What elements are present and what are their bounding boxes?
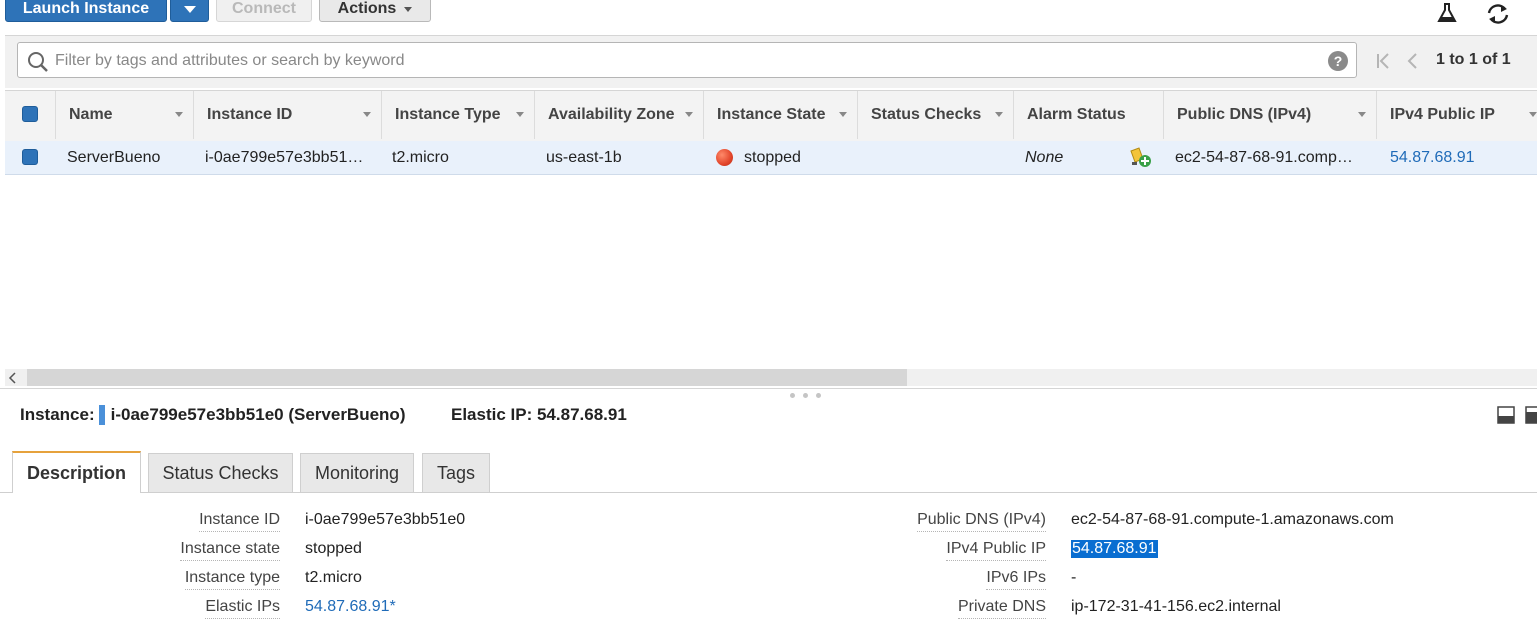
horizontal-scrollbar[interactable] xyxy=(5,369,1537,386)
elastic-ip-header: Elastic IP: 54.87.68.91 xyxy=(451,405,627,424)
field-label-elastic-ips: Elastic IPs xyxy=(205,598,280,619)
tab-monitoring[interactable]: Monitoring xyxy=(300,453,414,492)
status-checks xyxy=(870,141,1010,174)
launch-instance-label: Launch Instance xyxy=(22,0,150,17)
tab-label: Monitoring xyxy=(314,462,400,483)
field-value-ipv4-public-ip[interactable]: 54.87.68.91 xyxy=(1071,540,1158,558)
column-label: Availability Zone xyxy=(548,106,675,123)
column-label: Instance State xyxy=(717,106,826,123)
column-header-public-dns[interactable]: Public DNS (IPv4) xyxy=(1163,91,1376,139)
pane-resize-handle[interactable] xyxy=(0,388,1537,389)
tab-tags[interactable]: Tags xyxy=(422,453,490,492)
column-header-ipv4-public-ip[interactable]: IPv4 Public IP xyxy=(1376,91,1537,139)
instance-header-label: Instance: xyxy=(20,405,95,424)
field-value-ipv6-ips: - xyxy=(1071,569,1077,586)
column-label: Alarm Status xyxy=(1027,106,1126,123)
connect-label: Connect xyxy=(232,0,296,17)
refresh-icon[interactable] xyxy=(1485,2,1511,26)
public-dns: ec2-54-87-68-91.comp… xyxy=(1175,148,1353,166)
column-label: Status Checks xyxy=(871,106,982,123)
field-value-instance-state: stopped xyxy=(305,540,362,557)
scrollbar-thumb[interactable] xyxy=(27,369,907,386)
column-label: IPv4 Public IP xyxy=(1390,106,1495,123)
field-label-private-dns: Private DNS xyxy=(957,598,1046,619)
svg-text:?: ? xyxy=(1334,53,1343,69)
instance-name: ServerBueno xyxy=(67,148,161,166)
create-alarm-icon[interactable] xyxy=(1128,146,1152,168)
column-header-instance-state[interactable]: Instance State xyxy=(703,91,857,139)
alarm-status: None xyxy=(1025,148,1064,166)
field-value-private-dns: ip-172-31-41-156.ec2.internal xyxy=(1071,598,1281,615)
chevron-down-icon xyxy=(404,6,413,12)
field-value-public-dns: ec2-54-87-68-91.compute-1.amazonaws.com xyxy=(1071,511,1394,528)
column-header-availability-zone[interactable]: Availability Zone xyxy=(534,91,703,139)
sort-arrow-icon xyxy=(363,112,371,117)
column-header-instance-type[interactable]: Instance Type xyxy=(381,91,534,139)
field-value-instance-id: i-0ae799e57e3bb51e0 xyxy=(305,511,466,528)
row-checkbox[interactable] xyxy=(22,149,38,165)
tab-label: Description xyxy=(26,462,127,483)
instance-header-value: i-0ae799e57e3bb51e0 (ServerBueno) xyxy=(110,405,406,424)
pagination-label: 1 to 1 of 1 xyxy=(1436,51,1511,68)
column-label: Instance Type xyxy=(395,106,501,123)
instance-id: i-0ae799e57e3bb51… xyxy=(205,148,364,166)
ipv4-public-ip-link[interactable]: 54.87.68.91 xyxy=(1390,141,1530,174)
field-label-ipv4-public-ip: IPv4 Public IP xyxy=(946,540,1046,561)
column-header-alarm-status[interactable]: Alarm Status xyxy=(1013,91,1163,139)
connect-button[interactable]: Connect xyxy=(216,0,312,22)
sort-arrow-icon xyxy=(1358,112,1366,117)
instance-type: t2.micro xyxy=(392,148,449,166)
launch-instance-button[interactable]: Launch Instance xyxy=(5,0,167,22)
column-label: Name xyxy=(69,106,113,123)
sort-arrow-icon xyxy=(1529,112,1537,117)
column-header-name[interactable]: Name xyxy=(55,91,193,139)
launch-dropdown-button[interactable] xyxy=(170,0,209,22)
column-header-instance-id[interactable]: Instance ID xyxy=(193,91,381,139)
sort-arrow-icon xyxy=(839,112,847,117)
sort-arrow-icon xyxy=(516,112,524,117)
sort-arrow-icon xyxy=(995,112,1003,117)
tab-description[interactable]: Description xyxy=(12,451,141,493)
instance-color-marker xyxy=(98,405,105,425)
tabs-baseline xyxy=(0,492,1537,493)
field-label-public-dns: Public DNS (IPv4) xyxy=(917,511,1046,532)
instance-header: Instance: i-0ae799e57e3bb51e0 (ServerBue… xyxy=(20,405,405,425)
actions-button[interactable]: Actions xyxy=(319,0,431,22)
tab-label: Status Checks xyxy=(162,462,279,483)
availability-zone: us-east-1b xyxy=(546,148,622,166)
previous-page-icon[interactable] xyxy=(1405,52,1419,70)
table-row[interactable]: ServerBueno i-0ae799e57e3bb51… t2.micro … xyxy=(5,141,1537,175)
column-label: Instance ID xyxy=(207,106,293,123)
instance-state-cell: stopped xyxy=(716,141,856,174)
field-label-instance-type: Instance type xyxy=(184,569,280,590)
column-header-status-checks[interactable]: Status Checks xyxy=(857,91,1013,139)
search-box[interactable]: ? xyxy=(17,42,1357,79)
tab-label: Tags xyxy=(436,462,476,483)
chevron-down-icon xyxy=(183,5,196,13)
restore-pane-icon[interactable] xyxy=(1525,406,1537,424)
filter-bar: ? 1 to 1 of 1 xyxy=(5,35,1537,88)
sort-arrow-icon xyxy=(175,112,183,117)
field-value-instance-type: t2.micro xyxy=(305,569,362,586)
search-input[interactable] xyxy=(53,43,1317,79)
field-value-elastic-ips[interactable]: 54.87.68.91* xyxy=(305,598,396,616)
actions-label: Actions xyxy=(337,0,397,17)
drag-dots-icon[interactable] xyxy=(790,393,822,399)
scroll-left-icon[interactable] xyxy=(8,372,18,384)
table-header: Name Instance ID Instance Type Availabil… xyxy=(5,90,1537,142)
tab-status-checks[interactable]: Status Checks xyxy=(148,453,293,492)
maximize-pane-icon[interactable] xyxy=(1497,406,1515,424)
field-label-instance-state: Instance state xyxy=(180,540,280,561)
instance-state: stopped xyxy=(744,148,801,166)
flask-icon[interactable] xyxy=(1436,2,1458,24)
column-label: Public DNS (IPv4) xyxy=(1177,106,1312,123)
field-label-ipv6-ips: IPv6 IPs xyxy=(986,569,1046,590)
sort-arrow-icon xyxy=(685,112,693,117)
search-icon xyxy=(28,52,48,72)
help-icon[interactable]: ? xyxy=(1328,51,1348,71)
field-label-instance-id: Instance ID xyxy=(199,511,280,532)
first-page-icon[interactable] xyxy=(1375,52,1391,70)
select-all-checkbox[interactable] xyxy=(22,106,38,122)
stopped-status-icon xyxy=(716,149,733,166)
